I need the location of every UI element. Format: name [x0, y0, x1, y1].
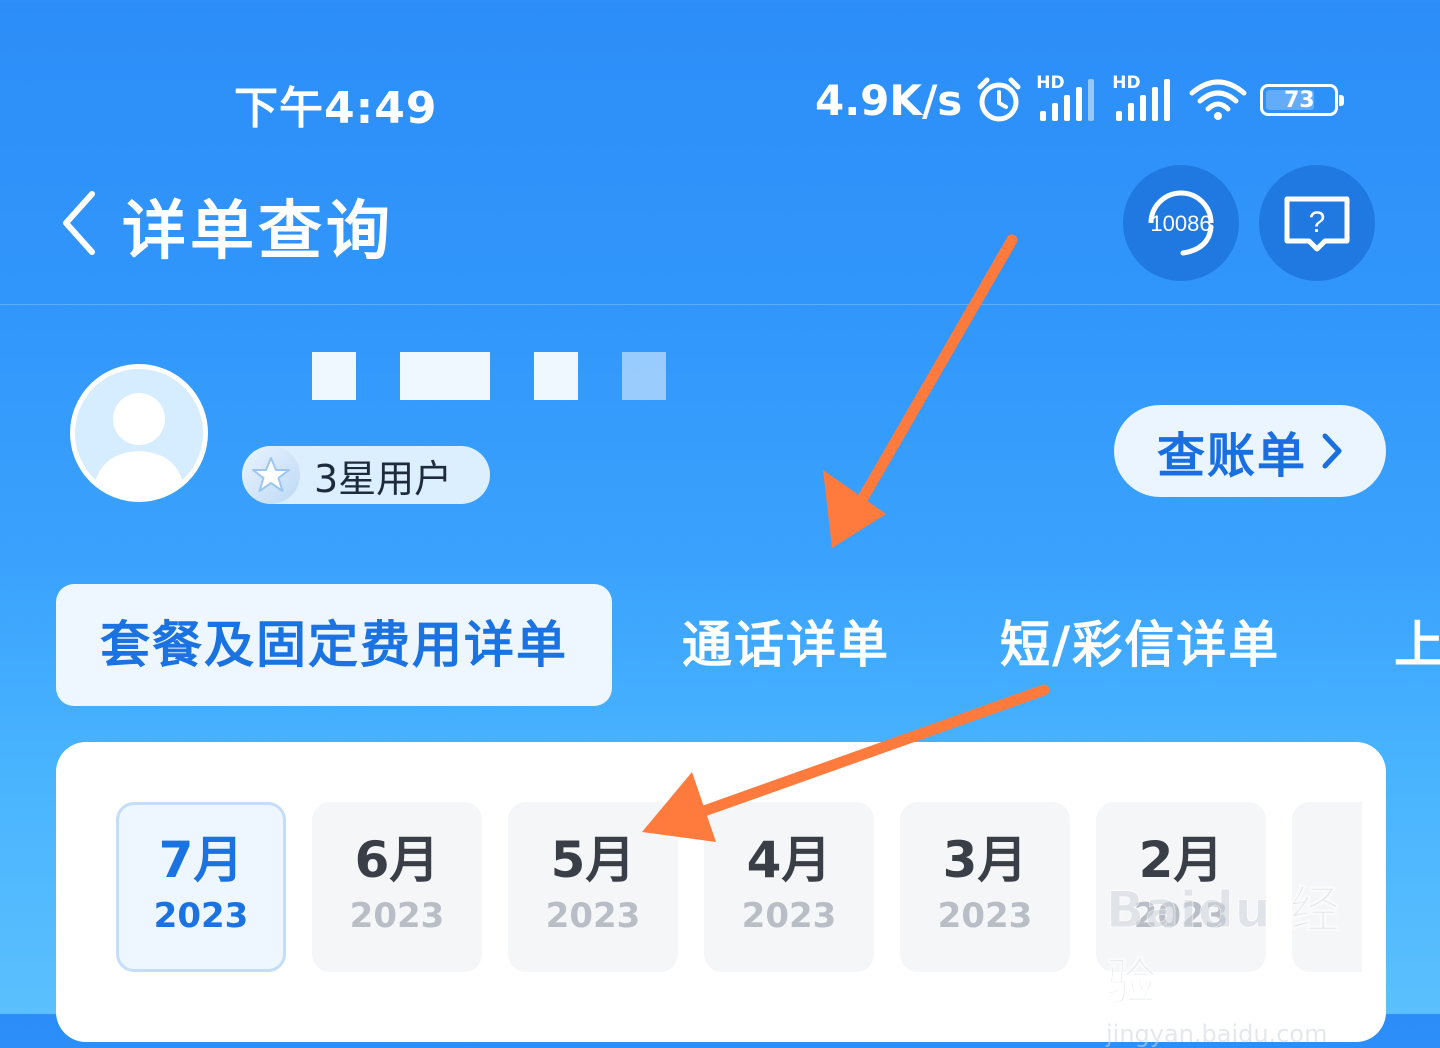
star-badge	[242, 446, 300, 504]
view-bill-button[interactable]: 查账单	[1114, 405, 1386, 497]
month-label: 4月	[746, 831, 832, 889]
year-label: 2023	[741, 896, 837, 936]
tab-internet-details[interactable]: 上	[1394, 584, 1440, 706]
help-button[interactable]: ?	[1259, 165, 1375, 281]
year-label: 2023	[153, 896, 249, 936]
signal-1-icon: HD	[1036, 73, 1100, 123]
month-label: 3月	[942, 831, 1028, 889]
month-item-jul-2023[interactable]: 7月 2023	[116, 802, 286, 972]
user-level-badge: 3星用户	[242, 446, 490, 504]
month-item-mar-2023[interactable]: 3月 2023	[900, 802, 1070, 972]
redacted-name-block	[534, 352, 578, 400]
battery-level: 73	[1283, 87, 1315, 113]
watermark-url: jingyan.baidu.com	[1106, 1020, 1328, 1048]
month-item-apr-2023[interactable]: 4月 2023	[704, 802, 874, 972]
chevron-right-icon	[1322, 433, 1342, 469]
back-chevron-icon[interactable]	[56, 188, 106, 258]
status-icons: 4.9K/s HD HD 73	[815, 72, 1345, 128]
page-title: 详单查询	[122, 195, 394, 269]
signal-2-icon: HD	[1112, 73, 1176, 123]
month-label: 5月	[550, 831, 636, 889]
year-label: 2023	[349, 896, 445, 936]
tab-sms-mms-details[interactable]: 短/彩信详单	[1000, 584, 1280, 706]
month-item-may-2023[interactable]: 5月 2023	[508, 802, 678, 972]
help-book-icon: ?	[1284, 196, 1350, 252]
watermark: Baidu 经验 jingyan.baidu.com	[1106, 870, 1376, 1048]
avatar	[70, 364, 208, 502]
status-bar: 下午4:49 4.9K/s HD HD 73	[0, 0, 1440, 150]
view-bill-label: 查账单	[1156, 428, 1307, 484]
network-speed: 4.9K/s	[815, 75, 963, 125]
user-level-label: 3星用户	[314, 456, 453, 501]
year-label: 2023	[545, 896, 641, 936]
redacted-name-block	[312, 352, 356, 400]
star-icon	[252, 457, 290, 492]
help-symbol: ?	[1309, 206, 1326, 239]
headset-icon: 10086	[1148, 190, 1214, 256]
tab-package-fixed-fees[interactable]: 套餐及固定费用详单	[56, 584, 612, 706]
status-time: 下午4:49	[234, 83, 438, 134]
month-label: 6月	[354, 831, 440, 889]
wifi-icon	[1189, 79, 1247, 120]
customer-service-button[interactable]: 10086	[1123, 165, 1239, 281]
service-number: 10086	[1150, 211, 1211, 236]
redacted-name-block	[622, 352, 666, 400]
battery-icon: 73	[1260, 84, 1345, 116]
user-silhouette-icon	[93, 393, 185, 497]
year-label: 2023	[937, 896, 1033, 936]
redacted-name-block	[400, 352, 490, 400]
watermark-brand: Baidu 经验	[1106, 881, 1341, 1012]
battery-tip	[1339, 95, 1345, 106]
month-label: 7月	[158, 831, 244, 889]
tab-call-details[interactable]: 通话详单	[682, 584, 890, 706]
month-item-jun-2023[interactable]: 6月 2023	[312, 802, 482, 972]
nav-bar: 详单查询 10086 ?	[0, 150, 1440, 305]
alarm-icon	[977, 77, 1021, 122]
